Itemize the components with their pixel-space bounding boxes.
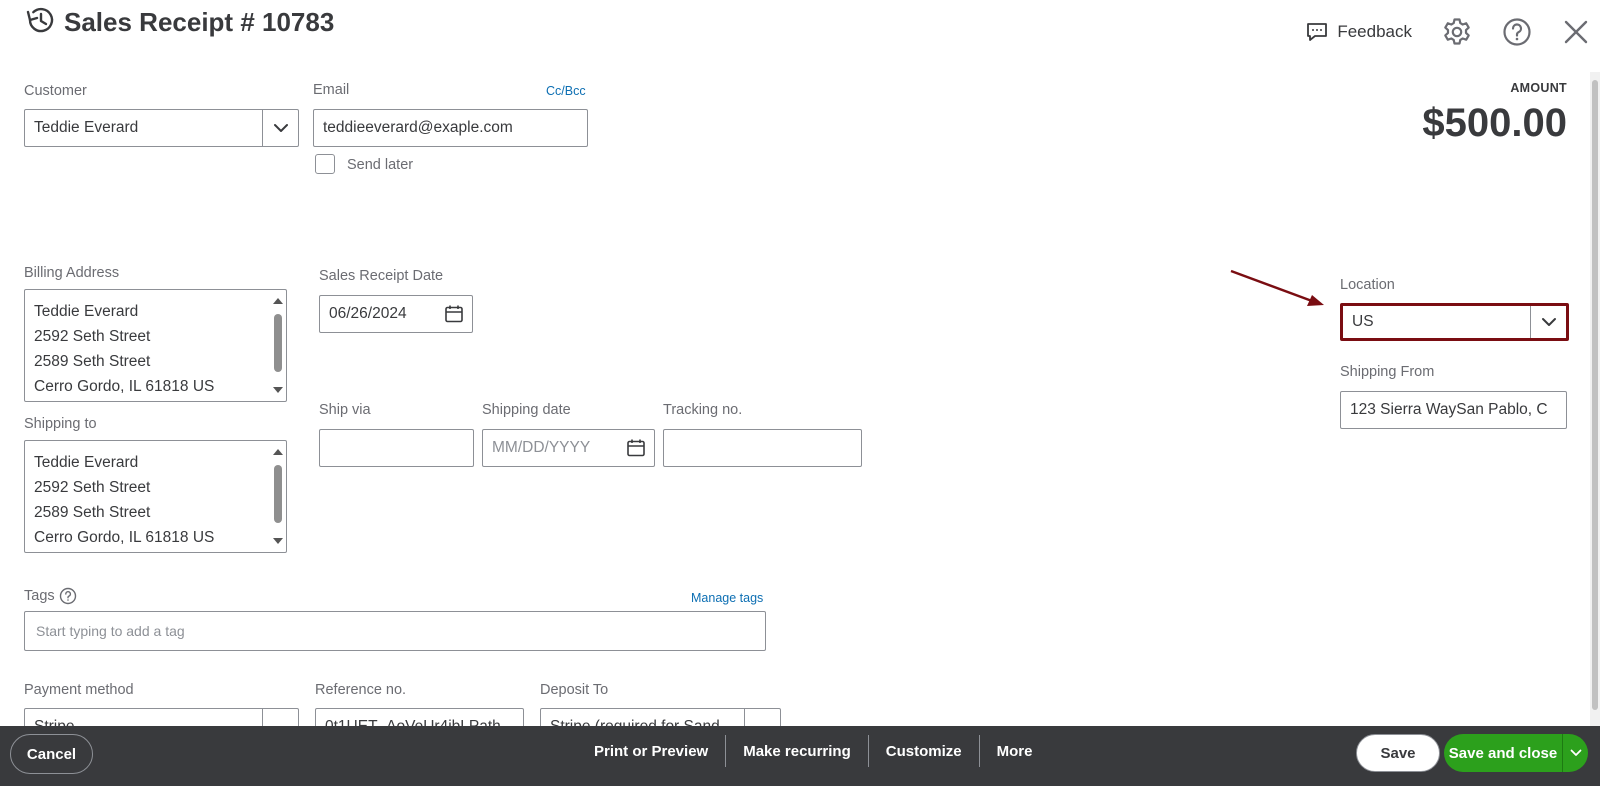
cancel-button[interactable]: Cancel bbox=[10, 734, 93, 774]
customer-select[interactable]: Teddie Everard bbox=[24, 109, 299, 147]
scroll-down-arrow-icon[interactable] bbox=[273, 387, 283, 393]
cc-bcc-link[interactable]: Cc/Bcc bbox=[546, 84, 586, 98]
manage-tags-link[interactable]: Manage tags bbox=[691, 591, 763, 605]
sales-receipt-date-label: Sales Receipt Date bbox=[319, 268, 444, 284]
payment-method-label: Payment method bbox=[24, 682, 134, 698]
chevron-down-icon[interactable] bbox=[262, 110, 298, 146]
scroll-thumb[interactable] bbox=[274, 314, 282, 372]
billing-line: 2592 Seth Street bbox=[34, 328, 151, 345]
billing-line: Teddie Everard bbox=[34, 303, 139, 320]
location-value: US bbox=[1352, 313, 1374, 330]
billing-address-label: Billing Address bbox=[24, 265, 120, 281]
footer-actions: Print or Preview Make recurring Customiz… bbox=[577, 726, 1049, 776]
gear-icon[interactable] bbox=[1442, 17, 1472, 47]
header-actions: Feedback bbox=[1305, 14, 1590, 50]
tags-input[interactable]: Start typing to add a tag bbox=[24, 611, 766, 651]
tags-label: Tags bbox=[24, 588, 55, 604]
scroll-thumb[interactable] bbox=[274, 465, 282, 523]
feedback-label: Feedback bbox=[1337, 22, 1412, 41]
customer-label: Customer bbox=[24, 83, 87, 99]
shipping-date-field[interactable]: MM/DD/YYYY bbox=[482, 429, 655, 467]
print-preview-button[interactable]: Print or Preview bbox=[577, 735, 727, 767]
sales-receipt-date-value: 06/26/2024 bbox=[329, 305, 407, 322]
billing-line: 2589 Seth Street bbox=[34, 353, 151, 370]
make-recurring-button[interactable]: Make recurring bbox=[726, 735, 869, 767]
shipping-to-label: Shipping to bbox=[24, 416, 97, 432]
save-button[interactable]: Save bbox=[1356, 734, 1440, 772]
save-and-close-label[interactable]: Save and close bbox=[1444, 734, 1562, 772]
billing-address-textarea[interactable]: Teddie Everard 2592 Seth Street 2589 Set… bbox=[24, 289, 287, 402]
billing-line: Cerro Gordo, IL 61818 US bbox=[34, 378, 215, 395]
close-icon[interactable] bbox=[1562, 18, 1590, 46]
calendar-icon[interactable] bbox=[444, 304, 464, 324]
scroll-up-arrow-icon[interactable] bbox=[273, 449, 283, 455]
shipping-line: Cerro Gordo, IL 61818 US bbox=[34, 529, 215, 546]
annotation-arrow-icon bbox=[1230, 269, 1324, 306]
shipping-line: 2592 Seth Street bbox=[34, 479, 151, 496]
footer-bar: Cancel Print or Preview Make recurring C… bbox=[0, 726, 1600, 786]
shipping-line: Teddie Everard bbox=[34, 454, 139, 471]
deposit-to-label: Deposit To bbox=[540, 682, 609, 698]
billing-scrollbar[interactable] bbox=[272, 292, 284, 399]
shipping-from-field[interactable]: 123 Sierra WaySan Pablo, C bbox=[1340, 391, 1567, 429]
email-value: teddieeverard@exaple.com bbox=[323, 119, 513, 136]
scroll-down-arrow-icon[interactable] bbox=[273, 538, 283, 544]
calendar-icon[interactable] bbox=[626, 438, 646, 458]
help-icon[interactable] bbox=[59, 587, 77, 605]
shipping-scrollbar[interactable] bbox=[272, 443, 284, 550]
feedback-button[interactable]: Feedback bbox=[1305, 20, 1412, 44]
shipping-from-value: 123 Sierra WaySan Pablo, C bbox=[1350, 401, 1548, 418]
sales-receipt-date-field[interactable]: 06/26/2024 bbox=[319, 295, 473, 333]
shipping-date-placeholder: MM/DD/YYYY bbox=[492, 439, 591, 456]
send-later-checkbox[interactable] bbox=[315, 154, 335, 174]
amount-value: $500.00 bbox=[1422, 101, 1567, 145]
email-label: Email bbox=[313, 82, 350, 98]
save-and-close-button[interactable]: Save and close bbox=[1444, 734, 1588, 772]
more-button[interactable]: More bbox=[980, 735, 1050, 767]
location-select[interactable]: US bbox=[1340, 303, 1569, 341]
title-row: Sales Receipt # 10783 bbox=[24, 6, 334, 38]
help-icon[interactable] bbox=[1502, 17, 1532, 47]
page-title: Sales Receipt # 10783 bbox=[64, 6, 335, 37]
tags-label-row: Tags bbox=[24, 587, 77, 605]
amount-label: AMOUNT bbox=[1510, 81, 1567, 95]
shipping-from-label: Shipping From bbox=[1340, 364, 1435, 380]
history-icon[interactable] bbox=[24, 6, 64, 39]
send-later-label: Send later bbox=[347, 157, 414, 173]
chevron-down-icon[interactable] bbox=[1530, 306, 1566, 338]
tracking-no-field[interactable] bbox=[663, 429, 862, 467]
shipping-to-textarea[interactable]: Teddie Everard 2592 Seth Street 2589 Set… bbox=[24, 440, 287, 553]
customer-value: Teddie Everard bbox=[34, 119, 139, 136]
comment-icon bbox=[1307, 23, 1328, 41]
reference-no-label: Reference no. bbox=[315, 682, 407, 698]
scroll-up-arrow-icon[interactable] bbox=[273, 298, 283, 304]
tags-placeholder: Start typing to add a tag bbox=[36, 623, 185, 639]
tracking-no-label: Tracking no. bbox=[663, 402, 743, 418]
email-field[interactable]: teddieeverard@exaple.com bbox=[313, 109, 588, 147]
location-label: Location bbox=[1340, 277, 1395, 293]
shipping-line: 2589 Seth Street bbox=[34, 504, 151, 521]
ship-via-label: Ship via bbox=[319, 402, 371, 418]
ship-via-field[interactable] bbox=[319, 429, 474, 467]
shipping-date-label: Shipping date bbox=[482, 402, 571, 418]
page-scroll-thumb[interactable] bbox=[1592, 80, 1598, 710]
chevron-down-icon[interactable] bbox=[1562, 734, 1588, 772]
customize-button[interactable]: Customize bbox=[869, 735, 980, 767]
